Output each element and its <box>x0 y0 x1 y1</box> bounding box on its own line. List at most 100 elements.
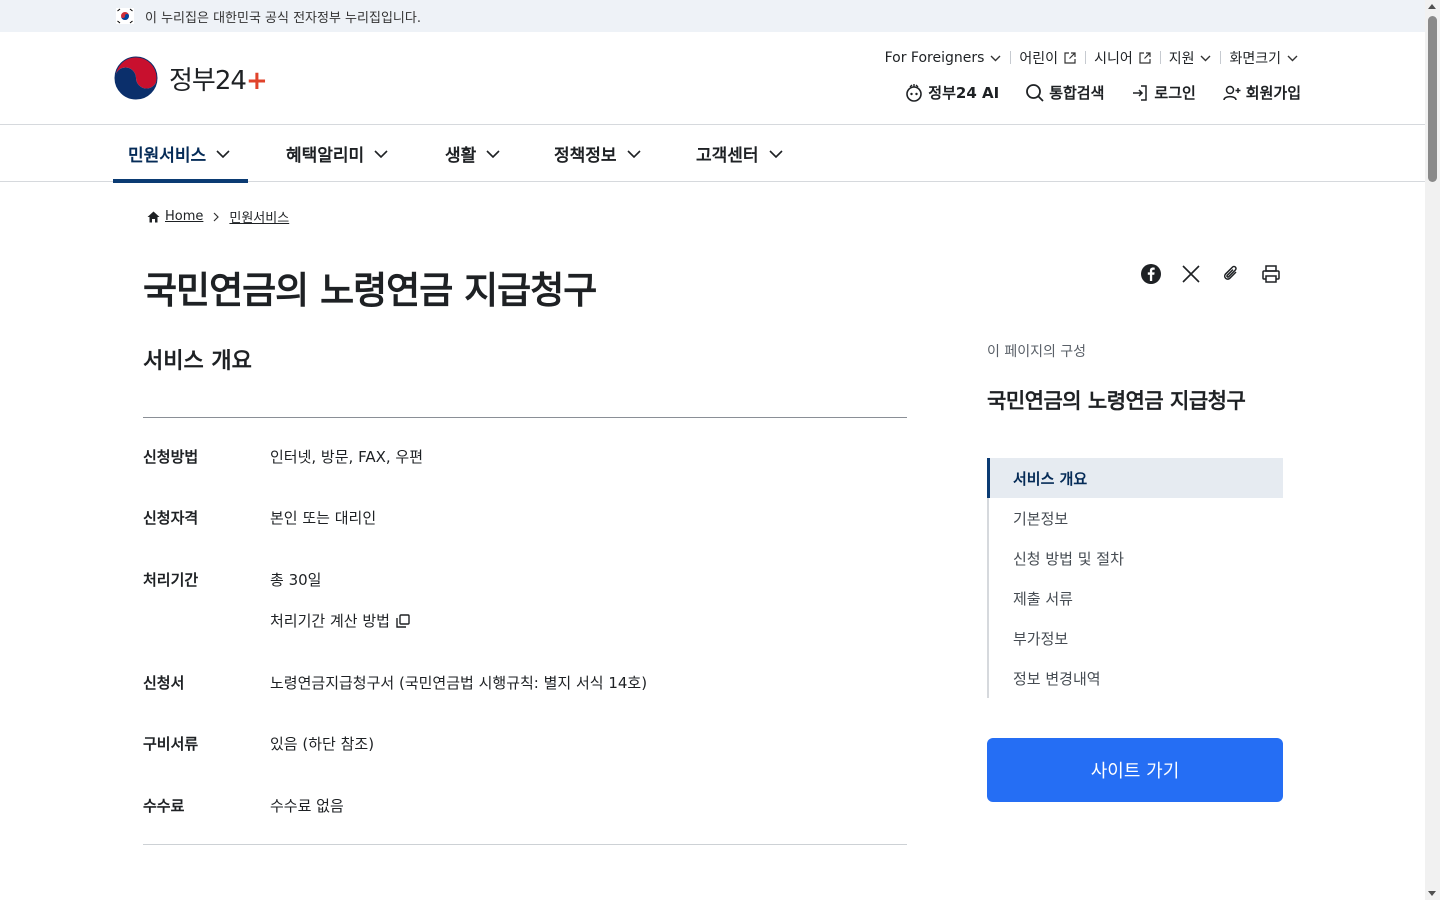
toc-label: 이 페이지의 구성 <box>987 344 1087 360</box>
chevron-down-icon <box>990 55 1001 61</box>
ai-button[interactable]: 정부24 AI <box>904 82 999 103</box>
breadcrumb-home[interactable]: Home <box>147 209 203 224</box>
x-twitter-icon <box>1182 265 1200 283</box>
korea-flag-icon <box>116 8 134 24</box>
row-key: 신청자격 <box>143 509 199 527</box>
row-key: 수수료 <box>143 797 185 815</box>
breadcrumb-home-label: Home <box>165 209 204 224</box>
external-link-icon <box>1064 52 1076 64</box>
divider <box>143 844 907 845</box>
chevron-down-icon <box>374 149 388 158</box>
breadcrumb-current[interactable]: 민원서비스 <box>229 207 289 226</box>
page-scrollbar[interactable] <box>1425 0 1440 900</box>
toc-item-overview[interactable]: 서비스 개요 <box>987 458 1283 498</box>
toc-item-additional[interactable]: 부가정보 <box>989 618 1283 658</box>
breadcrumb: Home 민원서비스 <box>147 207 289 226</box>
zoom-label: 화면크기 <box>1229 51 1281 67</box>
toc-item-procedure[interactable]: 신청 방법 및 절차 <box>989 538 1283 578</box>
ai-label: 정부24 AI <box>928 84 1000 102</box>
kids-label: 어린이 <box>1019 51 1059 67</box>
copy-link-button[interactable] <box>1220 263 1242 285</box>
nav-item-life[interactable]: 생활 <box>445 126 500 181</box>
nav-item-label: 고객센터 <box>696 146 759 166</box>
toc-item-documents[interactable]: 제출 서류 <box>989 578 1283 618</box>
row-key: 구비서류 <box>143 735 199 753</box>
logo-text: 정부24+ <box>169 65 268 96</box>
for-foreigners-link[interactable]: For Foreigners <box>876 50 1011 66</box>
facebook-icon <box>1141 264 1161 284</box>
senior-label: 시니어 <box>1094 51 1133 67</box>
row-key: 처리기간 <box>143 571 199 589</box>
kids-link[interactable]: 어린이 <box>1010 48 1085 68</box>
chevron-down-icon <box>486 149 500 158</box>
row-key: 신청서 <box>143 674 185 692</box>
paperclip-icon <box>1223 265 1237 280</box>
external-link-icon <box>1139 52 1151 64</box>
home-icon <box>147 211 160 222</box>
senior-link[interactable]: 시니어 <box>1085 48 1160 68</box>
chevron-down-icon <box>1287 55 1298 61</box>
processing-period-calc-label: 처리기간 계산 방법 <box>270 612 390 630</box>
signup-button[interactable]: 회원가입 <box>1222 82 1301 103</box>
row-value: 있음 (하단 참조) <box>270 735 375 753</box>
page-title: 국민연금의 노령연금 지급청구 <box>143 269 597 312</box>
gov-banner: 이 누리집은 대한민국 공식 전자정부 누리집입니다. <box>0 0 1425 32</box>
row-value: 총 30일 <box>270 571 322 589</box>
nav-item-label: 혜택알리미 <box>286 146 365 166</box>
row-value: 노령연금지급청구서 (국민연금법 시행규칙: 별지 서식 14호) <box>270 674 648 692</box>
ai-robot-icon <box>906 83 923 102</box>
popup-icon <box>396 613 410 628</box>
row-value: 수수료 없음 <box>270 797 344 815</box>
print-button[interactable] <box>1260 263 1282 285</box>
toc-title: 국민연금의 노령연금 지급청구 <box>987 389 1246 413</box>
nav-item-policy[interactable]: 정책정보 <box>554 126 641 181</box>
row-value: 본인 또는 대리인 <box>270 509 377 527</box>
scroll-down-icon[interactable] <box>1428 891 1436 896</box>
x-share-button[interactable] <box>1180 263 1202 285</box>
facebook-share-button[interactable] <box>1140 263 1162 285</box>
site-header: 정부24+ For Foreigners 어린이 시니어 지원 화면크기 정부2… <box>0 32 1425 125</box>
share-tools <box>1140 263 1300 285</box>
chevron-down-icon <box>1200 55 1211 61</box>
nav-item-customer-center[interactable]: 고객센터 <box>696 126 783 181</box>
toc-item-basic-info[interactable]: 기본정보 <box>989 498 1283 538</box>
toc-list: 서비스 개요 기본정보 신청 방법 및 절차 제출 서류 부가정보 정보 변경내… <box>987 458 1283 698</box>
chevron-down-icon <box>768 149 783 158</box>
section-title-overview: 서비스 개요 <box>143 349 252 374</box>
for-foreigners-label: For Foreigners <box>884 50 985 66</box>
chevron-right-icon <box>213 212 220 221</box>
chevron-down-icon <box>216 149 230 158</box>
logo[interactable]: 정부24+ <box>113 55 268 101</box>
search-label: 통합검색 <box>1049 84 1105 102</box>
processing-period-calc-link[interactable]: 처리기간 계산 방법 <box>270 610 411 631</box>
go-to-site-button[interactable]: 사이트 가기 <box>987 738 1283 802</box>
scrollbar-thumb[interactable] <box>1428 16 1437 182</box>
signup-label: 회원가입 <box>1245 84 1301 102</box>
nav-item-label: 생활 <box>445 146 477 166</box>
support-label: 지원 <box>1168 51 1195 67</box>
nav-item-label: 정책정보 <box>554 146 617 166</box>
row-key: 신청방법 <box>143 448 199 466</box>
add-user-icon <box>1223 85 1241 100</box>
nav-item-benefits[interactable]: 혜택알리미 <box>286 126 388 181</box>
taegeuk-logo-icon <box>113 55 159 101</box>
row-value: 인터넷, 방문, FAX, 우편 <box>270 448 423 466</box>
printer-icon <box>1262 265 1280 283</box>
gov-banner-text: 이 누리집은 대한민국 공식 전자정부 누리집입니다. <box>145 11 421 26</box>
divider <box>143 417 907 418</box>
utility-links: For Foreigners 어린이 시니어 지원 화면크기 <box>876 48 1307 68</box>
nav-item-label: 민원서비스 <box>128 146 207 166</box>
main-navigation: 민원서비스 혜택알리미 생활 정책정보 고객센터 <box>0 126 1425 183</box>
nav-item-civil-service[interactable]: 민원서비스 <box>112 126 249 183</box>
scroll-up-icon[interactable] <box>1428 4 1436 9</box>
login-icon <box>1133 84 1148 101</box>
zoom-menu[interactable]: 화면크기 <box>1220 48 1307 68</box>
search-button[interactable]: 통합검색 <box>1025 82 1104 103</box>
login-label: 로그인 <box>1154 84 1196 102</box>
login-button[interactable]: 로그인 <box>1130 82 1196 103</box>
support-menu[interactable]: 지원 <box>1159 48 1221 68</box>
search-icon <box>1026 83 1044 102</box>
toc-item-change-history[interactable]: 정보 변경내역 <box>989 658 1283 698</box>
header-actions: 정부24 AI 통합검색 로그인 회원가입 <box>878 82 1301 103</box>
chevron-down-icon <box>626 149 641 158</box>
